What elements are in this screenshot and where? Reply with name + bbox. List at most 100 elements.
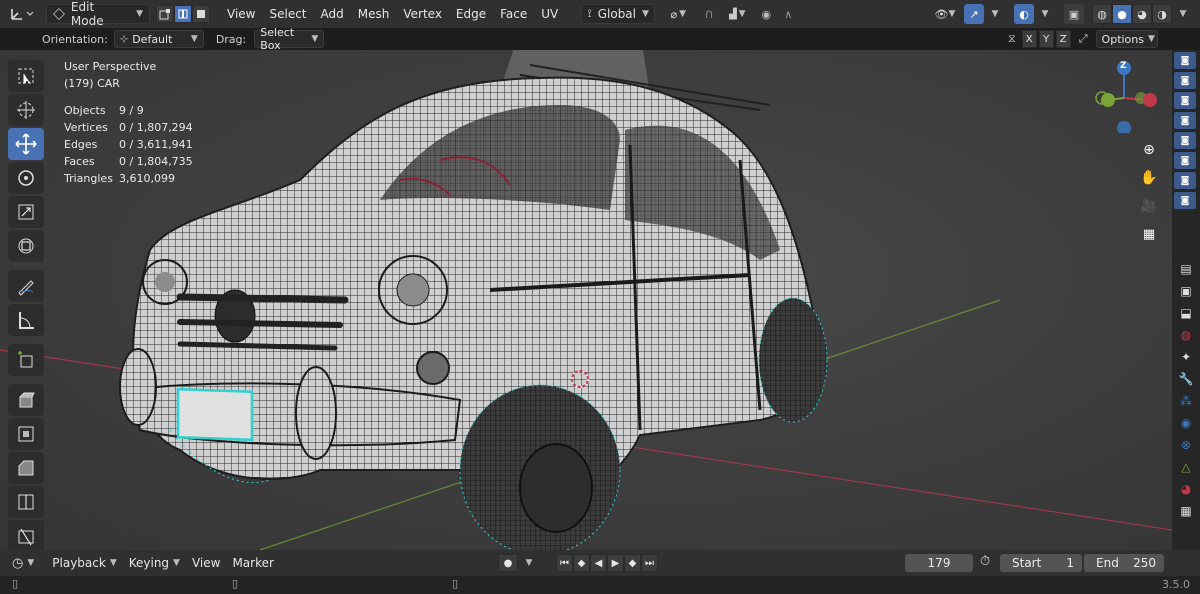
mirror-icon: ⧖ bbox=[1008, 32, 1016, 45]
wireframe-shading-button[interactable]: ◍ bbox=[1092, 4, 1112, 24]
menu-mesh[interactable]: Mesh bbox=[351, 4, 397, 24]
shading-dropdown[interactable]: ▼ bbox=[1176, 4, 1190, 24]
status-bar: ▯ ▯ ▯ 3.5.0 bbox=[0, 576, 1200, 594]
mode-dropdown[interactable]: Edit Mode ▼ bbox=[46, 0, 150, 28]
transform-tool[interactable] bbox=[8, 230, 44, 262]
visibility-dropdown[interactable]: 👁 ▼ bbox=[930, 4, 960, 24]
select-box-tool[interactable] bbox=[8, 60, 44, 92]
menu-select[interactable]: Select bbox=[262, 4, 313, 24]
modifier-properties-icon[interactable]: 🔧 bbox=[1179, 372, 1194, 386]
collection-toggle[interactable]: ◙ bbox=[1174, 72, 1196, 89]
preview-range-toggle[interactable]: ⏱ bbox=[980, 554, 990, 569]
projection-toggle-button[interactable]: ▦ bbox=[1137, 222, 1161, 246]
zoom-button[interactable]: ⊕ bbox=[1137, 138, 1161, 162]
mirror-z-toggle[interactable]: Z bbox=[1055, 30, 1071, 48]
xray-toggle[interactable]: ▣ bbox=[1064, 4, 1084, 24]
measure-tool[interactable] bbox=[8, 304, 44, 336]
editor-type-button[interactable] bbox=[4, 4, 40, 24]
proportional-edit-toggle[interactable]: ◉ bbox=[755, 4, 777, 24]
navigation-gizmo[interactable]: Z bbox=[1090, 58, 1160, 135]
current-frame-field[interactable]: 179 bbox=[905, 554, 973, 572]
gizmo-toggle[interactable]: ↗ bbox=[964, 4, 984, 24]
falloff-dropdown[interactable]: ∧ bbox=[777, 4, 799, 24]
drag-dropdown[interactable]: Select Box ▼ bbox=[254, 26, 325, 52]
collection-toggle[interactable]: ◙ bbox=[1174, 192, 1196, 209]
rotate-tool[interactable] bbox=[8, 162, 44, 194]
collection-toggle[interactable]: ◙ bbox=[1174, 132, 1196, 149]
menu-uv[interactable]: UV bbox=[534, 4, 565, 24]
texture-properties-icon[interactable]: ▦ bbox=[1180, 504, 1191, 518]
timeline-editor-type[interactable]: ◷ ▼ bbox=[6, 556, 40, 571]
end-label: End bbox=[1096, 556, 1119, 570]
constraint-properties-icon[interactable]: ⊗ bbox=[1181, 438, 1191, 452]
loop-cut-tool[interactable] bbox=[8, 486, 44, 518]
orientation-dropdown[interactable]: ⊹ Default ▼ bbox=[113, 30, 204, 48]
collection-toggle[interactable]: ◙ bbox=[1174, 172, 1196, 189]
next-keyframe-button[interactable]: ◆ bbox=[624, 554, 641, 572]
vertex-select-button[interactable] bbox=[156, 5, 174, 23]
material-properties-icon[interactable]: ◕ bbox=[1181, 482, 1191, 496]
rendered-shading-button[interactable]: ◑ bbox=[1152, 4, 1172, 24]
snap-toggle[interactable]: ∩ bbox=[697, 4, 721, 24]
marker-menu[interactable]: Marker bbox=[226, 556, 279, 570]
scene-properties-icon[interactable]: ✦ bbox=[1181, 350, 1191, 364]
timeline-view-menu[interactable]: View bbox=[186, 556, 226, 570]
stat-key: Triangles bbox=[64, 172, 113, 185]
mirror-x-toggle[interactable]: X bbox=[1021, 30, 1037, 48]
end-frame-field[interactable]: End 250 bbox=[1084, 554, 1164, 572]
overlays-toggle[interactable]: ◐ bbox=[1014, 4, 1034, 24]
menu-view[interactable]: View bbox=[220, 4, 262, 24]
annotate-tool[interactable] bbox=[8, 270, 44, 302]
menu-face[interactable]: Face bbox=[493, 4, 534, 24]
physics-properties-icon[interactable]: ◉ bbox=[1181, 416, 1191, 430]
collection-toggle[interactable]: ◙ bbox=[1174, 152, 1196, 169]
keying-options[interactable]: ▼ bbox=[522, 554, 536, 572]
jump-end-button[interactable]: ⏭ bbox=[641, 554, 658, 572]
gizmo-dropdown[interactable]: ▼ bbox=[988, 4, 1002, 24]
edge-select-button[interactable] bbox=[174, 5, 192, 23]
menu-edge[interactable]: Edge bbox=[449, 4, 493, 24]
camera-view-button[interactable]: 🎥 bbox=[1137, 194, 1161, 218]
auto-keying-button[interactable]: ● bbox=[498, 554, 518, 572]
jump-start-button[interactable]: ⏮ bbox=[556, 554, 573, 572]
menu-add[interactable]: Add bbox=[314, 4, 351, 24]
solid-shading-button[interactable]: ● bbox=[1112, 4, 1132, 24]
snap-target-dropdown[interactable]: ▟ ▼ bbox=[721, 4, 753, 24]
extrude-tool[interactable] bbox=[8, 384, 44, 416]
playback-menu[interactable]: Playback ▼ bbox=[46, 556, 122, 570]
3d-viewport[interactable]: User Perspective (179) CAR Objects 9 / 9 … bbox=[0, 50, 1172, 550]
inset-tool[interactable] bbox=[8, 418, 44, 450]
menu-vertex[interactable]: Vertex bbox=[396, 4, 449, 24]
output-properties-icon[interactable]: ⬓ bbox=[1180, 306, 1191, 320]
world-properties-icon[interactable]: ◍ bbox=[1181, 328, 1191, 342]
knife-icon bbox=[18, 528, 34, 546]
start-frame-field[interactable]: Start 1 bbox=[1000, 554, 1082, 572]
rendered-sphere-icon: ◑ bbox=[1157, 7, 1167, 21]
move-tool[interactable] bbox=[8, 128, 44, 160]
scale-tool[interactable] bbox=[8, 196, 44, 228]
bevel-tool[interactable] bbox=[8, 452, 44, 484]
prev-keyframe-button[interactable]: ◆ bbox=[573, 554, 590, 572]
particle-properties-icon[interactable]: ⁂ bbox=[1180, 394, 1192, 408]
cursor-tool[interactable] bbox=[8, 94, 44, 126]
transform-orientation-dropdown[interactable]: ⟟ Global ▼ bbox=[581, 4, 656, 24]
play-reverse-button[interactable]: ◀ bbox=[590, 554, 607, 572]
overlays-dropdown[interactable]: ▼ bbox=[1038, 4, 1052, 24]
face-select-button[interactable] bbox=[192, 5, 210, 23]
pan-button[interactable]: ✋ bbox=[1137, 166, 1161, 190]
material-shading-button[interactable]: ◕ bbox=[1132, 4, 1152, 24]
render-properties-icon[interactable]: ▣ bbox=[1180, 284, 1191, 298]
keying-menu[interactable]: Keying ▼ bbox=[123, 556, 186, 570]
options-dropdown[interactable]: Options ▼ bbox=[1095, 30, 1158, 48]
pivot-point-dropdown[interactable]: ⌀ ▼ bbox=[661, 4, 695, 24]
play-button[interactable]: ▶ bbox=[607, 554, 624, 572]
add-cube-tool[interactable] bbox=[8, 344, 44, 376]
collection-toggle[interactable]: ◙ bbox=[1174, 52, 1196, 69]
collection-toggle[interactable]: ◙ bbox=[1174, 112, 1196, 129]
header-right-group: 👁 ▼ ↗ ▼ ◐ ▼ ▣ ◍ ● ◕ ◑ ▼ bbox=[930, 4, 1190, 24]
tool-properties-icon[interactable]: ▤ bbox=[1180, 262, 1191, 276]
data-properties-icon[interactable]: △ bbox=[1181, 460, 1190, 474]
knife-tool[interactable] bbox=[8, 520, 44, 550]
mirror-y-toggle[interactable]: Y bbox=[1038, 30, 1054, 48]
collection-toggle[interactable]: ◙ bbox=[1174, 92, 1196, 109]
